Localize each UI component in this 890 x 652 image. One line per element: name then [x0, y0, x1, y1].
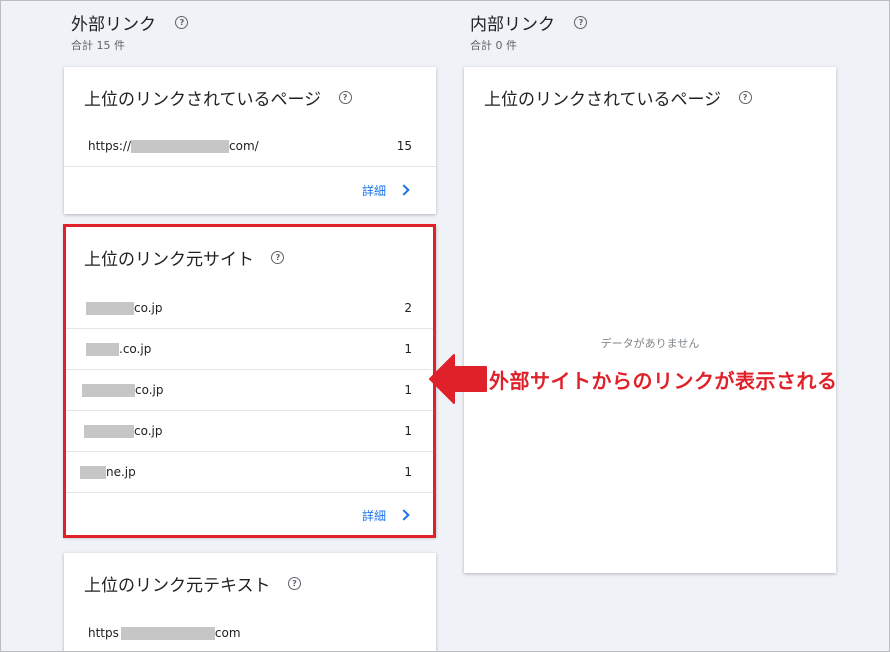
card-title: 上位のリンクされているページ ? [84, 85, 352, 110]
external-top-linking-text-card: 上位のリンク元テキスト ? https com [64, 553, 436, 651]
row-url: https://com/ [88, 139, 259, 153]
row-count: 15 [396, 139, 412, 153]
internal-links-title: 内部リンク [470, 15, 555, 35]
help-icon[interactable]: ? [338, 90, 352, 104]
internal-top-linked-pages-card: 上位のリンクされているページ ? データがありません [464, 67, 836, 573]
chevron-right-icon [398, 184, 410, 196]
redacted-mask [120, 627, 215, 640]
no-data-message: データがありません [600, 337, 700, 350]
external-links-heading: 外部リンク ? [71, 10, 189, 35]
search-console-links-report: 外部リンク ? 合計 15 件 内部リンク ? 合計 0 件 上位のリンクされて… [0, 0, 890, 652]
redacted-mask [131, 140, 230, 153]
internal-links-total: 合計 0 件 [470, 39, 517, 52]
help-icon[interactable]: ? [574, 15, 588, 29]
highlight-frame [63, 224, 436, 538]
external-links-total: 合計 15 件 [71, 39, 125, 52]
card-title: 上位のリンクされているページ ? [484, 85, 752, 110]
left-arrow-icon [429, 354, 487, 404]
help-icon[interactable]: ? [287, 576, 301, 590]
help-icon[interactable]: ? [738, 90, 752, 104]
row-text: https com [88, 626, 241, 640]
table-row[interactable]: https com [64, 613, 436, 651]
help-icon[interactable]: ? [175, 15, 189, 29]
annotation-text: 外部サイトからのリンクが表示される [489, 369, 838, 393]
card-title: 上位のリンク元テキスト ? [84, 571, 301, 596]
external-links-title: 外部リンク [71, 15, 156, 35]
details-link[interactable]: 詳細 [362, 182, 410, 199]
internal-links-heading: 内部リンク ? [470, 10, 588, 35]
table-row[interactable]: https://com/ 15 [64, 126, 436, 167]
external-top-linked-pages-card: 上位のリンクされているページ ? https://com/ 15 詳細 [64, 67, 436, 214]
